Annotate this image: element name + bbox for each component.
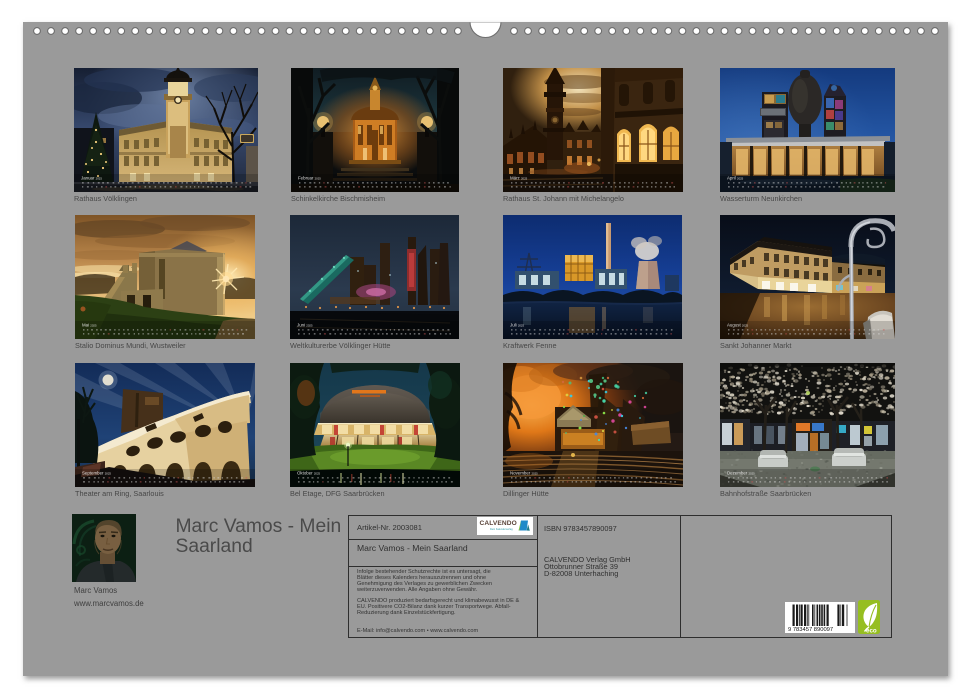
svg-text:eco: eco xyxy=(866,628,877,635)
svg-text:Juli 2025: Juli 2025 xyxy=(510,323,524,328)
svg-text:Juni 2025: Juni 2025 xyxy=(297,323,313,328)
svg-text:April 2025: April 2025 xyxy=(727,176,744,181)
svg-text:Oktober 2025: Oktober 2025 xyxy=(297,471,321,476)
svg-text:Mai 2025: Mai 2025 xyxy=(82,323,97,328)
svg-text:Januar 2025: Januar 2025 xyxy=(81,176,102,181)
svg-text:Februar 2025: Februar 2025 xyxy=(298,176,321,181)
svg-text:November 2025: November 2025 xyxy=(510,471,538,476)
svg-text:März 2025: März 2025 xyxy=(510,176,528,181)
svg-text:Dezember 2025: Dezember 2025 xyxy=(727,471,755,476)
svg-text:August 2025: August 2025 xyxy=(727,323,749,328)
svg-text:9 783457 890097: 9 783457 890097 xyxy=(788,627,833,633)
svg-text:September 2025: September 2025 xyxy=(82,471,111,476)
